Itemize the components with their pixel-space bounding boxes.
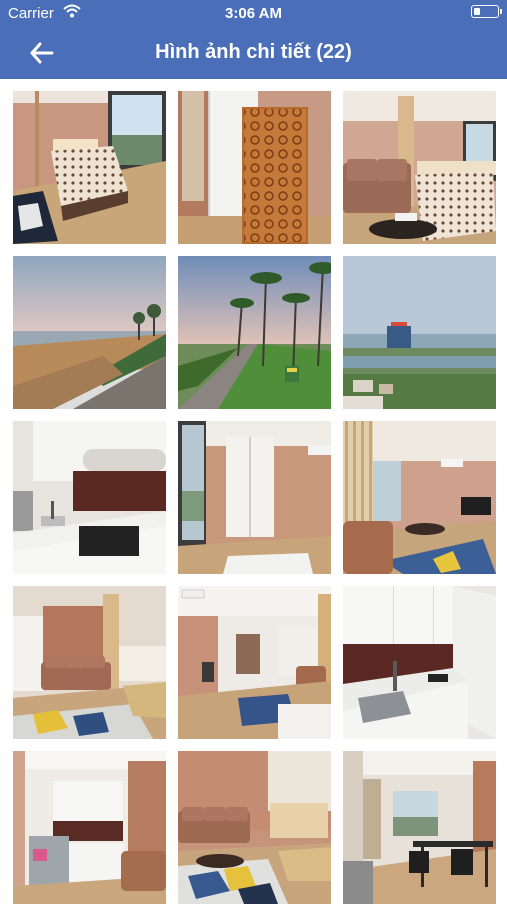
photo-thumbnail[interactable] [178, 91, 331, 244]
photo-thumbnail[interactable] [13, 91, 166, 244]
photo-thumbnail[interactable] [178, 586, 331, 739]
photo-thumbnail[interactable] [178, 751, 331, 904]
clock: 3:06 AM [225, 5, 282, 22]
photo-thumbnail[interactable] [178, 421, 331, 574]
photo-thumbnail[interactable] [13, 256, 166, 409]
page-title: Hình ảnh chi tiết (22) [155, 41, 352, 63]
photo-gallery [13, 91, 496, 904]
photo-thumbnail[interactable] [13, 586, 166, 739]
photo-thumbnail[interactable] [343, 751, 496, 904]
navigation-bar: Hình ảnh chi tiết (22) [0, 26, 507, 79]
photo-thumbnail[interactable] [343, 586, 496, 739]
battery-icon [471, 5, 502, 18]
photo-thumbnail[interactable] [343, 421, 496, 574]
photo-thumbnail[interactable] [13, 421, 166, 574]
photo-thumbnail[interactable] [343, 91, 496, 244]
photo-thumbnail[interactable] [13, 751, 166, 904]
status-bar: Carrier 3:06 AM [0, 0, 507, 26]
photo-thumbnail[interactable] [178, 256, 331, 409]
photo-thumbnail[interactable] [343, 256, 496, 409]
